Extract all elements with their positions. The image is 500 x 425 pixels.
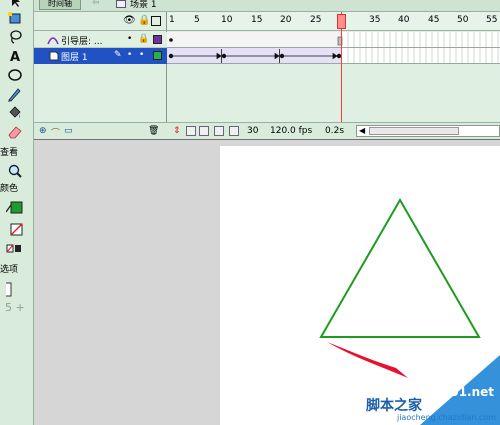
tick-label: 15 [251,15,263,25]
tick-label: 1 [169,15,175,25]
timeline-hscrollbar[interactable]: ◀ [356,125,500,137]
swap-colors-icon[interactable] [6,241,24,257]
edit-multiple-frames-icon[interactable] [214,126,224,136]
add-guide-layer-icon[interactable]: ⌒ [51,126,60,139]
lasso-icon[interactable] [6,29,24,45]
pencil-icon: ✎ [114,50,122,60]
tick-label: 25 [310,15,322,25]
lock-icon[interactable]: 🔒 [138,16,150,26]
back-arrow-icon[interactable]: ⇦ [92,0,100,8]
tick-label: 50 [457,15,469,25]
brush-icon[interactable] [6,86,24,102]
frame-rate[interactable]: 120.0 fps [270,126,312,136]
onion-outline-icon[interactable] [199,126,209,136]
tick-label: 20 [280,15,292,25]
center-frame-icon[interactable]: ⇕ [173,126,181,136]
arrow-icon[interactable] [6,0,24,8]
stroke-color-icon[interactable] [5,200,24,216]
tick-label: 35 [369,15,381,25]
tick-label: 10 [221,15,233,25]
view-section-label: 查看 [0,148,19,158]
scroll-left-icon[interactable]: ◀ [359,126,365,135]
tools-panel: A 查看 颜色 选项 5 +( [0,0,34,425]
modify-markers-icon[interactable] [229,126,239,136]
snap-option-icon[interactable] [3,281,24,297]
watermark: jb51.net 脚本之家 jiaocheng.chazidian.com [360,355,500,425]
frame-ruler[interactable]: 1 5 10 15 20 25 35 40 45 50 55 [167,12,500,31]
scene-icon [116,0,126,8]
text-icon[interactable]: A [6,48,24,65]
layer-name-guide[interactable]: 引导层: ... [61,34,102,47]
svg-text:5 +(: 5 +( [6,301,24,314]
lock-icon[interactable]: 🔒 [138,35,149,44]
triangle-shape [319,197,481,338]
timeline-panel: 时间轴 ⇦ 场景 1 👁 🔒 引导层: ... • 🔒 图层 1 ✎ • • 1… [34,0,500,139]
layer-color-swatch[interactable] [153,51,162,60]
options-section-label: 选项 [0,265,19,275]
layer-row-guide[interactable]: 引导层: ... • 🔒 [34,32,167,48]
timeline-title-bar: 时间轴 ⇦ 场景 1 [34,0,500,12]
watermark-chars: 脚本之家 [366,398,422,414]
tick-label: 5 [194,15,200,25]
eraser-icon[interactable] [6,124,24,140]
layer-row-layer1[interactable]: 图层 1 ✎ • • [34,48,167,64]
zoom-icon[interactable] [6,163,24,179]
playhead-handle[interactable] [337,14,346,29]
visibility-dot[interactable]: • [127,35,132,44]
scene-label[interactable]: 场景 1 [130,0,157,10]
delete-layer-icon[interactable]: 🗑 [148,126,159,136]
svg-text:A: A [10,50,20,64]
layer-header: 👁 🔒 [34,12,167,31]
layer-list: 👁 🔒 引导层: ... • 🔒 图层 1 ✎ • • [34,12,167,122]
watermark-site: jb51.net [437,385,494,399]
current-frame[interactable]: 30 [247,126,258,136]
smooth-option-icon[interactable]: 5 +( [5,299,29,315]
watermark-subtext: jiaocheng.chazidian.com [396,413,496,422]
guide-layer-icon [47,37,59,45]
tick-label: 40 [398,15,410,25]
lock-dot[interactable]: • [139,51,144,60]
elapsed-time: 0.2s [325,126,345,136]
fill-color-icon[interactable] [6,222,24,238]
timeline-tab[interactable]: 时间轴 [39,0,81,10]
frame-grid[interactable] [167,31,500,122]
oval-icon[interactable] [6,67,24,83]
layer-name-layer1[interactable]: 图层 1 [61,50,88,63]
eye-icon[interactable]: 👁 [123,16,136,26]
scroll-thumb[interactable] [369,127,459,135]
timeline-status-bar: ⊕ ⌒ ▭ 🗑 ⇕ 30 120.0 fps 0.2s ◀ [34,122,500,139]
outline-icon[interactable] [151,16,161,26]
onion-skin-icon[interactable] [186,126,196,136]
tick-label: 45 [428,15,440,25]
layer-icon [49,51,59,61]
frame-area[interactable]: 1 5 10 15 20 25 35 40 45 50 55 [167,12,500,122]
tick-label: 55 [486,15,498,25]
visibility-dot[interactable]: • [127,51,132,60]
add-folder-icon[interactable]: ▭ [64,126,73,136]
add-layer-icon[interactable]: ⊕ [39,126,47,136]
colors-section-label: 颜色 [0,184,19,194]
free-transform-icon[interactable] [6,10,24,26]
layer-color-swatch[interactable] [153,35,162,44]
paint-bucket-icon[interactable] [6,105,24,121]
